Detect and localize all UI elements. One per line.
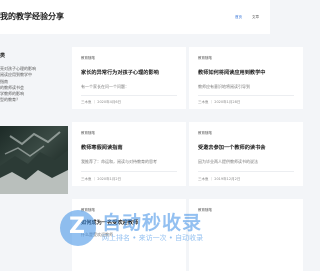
card-meta: 三木鱼 ｜ 2019年12月2日 (198, 177, 241, 181)
card-title[interactable]: 教师寒假阅读指南 (81, 144, 181, 151)
card-divider (81, 95, 177, 96)
card-excerpt: 因为毕业两人提供教师读书的说法 (198, 159, 258, 164)
photo-texture (0, 131, 68, 194)
card-meta: 三木鱼 ｜ 2020年1月2日 (81, 177, 122, 181)
article-card[interactable]: 教育随笔 家长的异常行为对孩子心理的影响 有一个家长在问一个问题： 三木鱼 ｜ … (72, 47, 186, 109)
sidebar-item[interactable]: 阅读应用到教学中 (0, 72, 36, 78)
card-meta: 三木鱼 ｜ 2020年1月28日 (198, 100, 241, 104)
card-category[interactable]: 教育随笔 (198, 56, 212, 61)
card-excerpt: 有一个家长在问一个问题： (81, 84, 129, 89)
sidebar-title: 类 (0, 53, 6, 59)
card-category[interactable]: 教育随笔 (81, 131, 95, 136)
card-title[interactable]: 如何成为一名受欢迎教师 (81, 219, 181, 226)
article-card[interactable]: 教育随笔 教师如何将阅读应用到教学中 教师应有意识地将阅读引导到 三木鱼 ｜ 2… (189, 47, 303, 109)
sidebar-list: 亮对孩子心理的影响 阅读应用到教学中 指南 的教师读书会 学教师的影响 型的教育… (0, 66, 36, 104)
card-title[interactable]: 受邀去参加一个教师的读书会 (198, 144, 298, 151)
card-divider (81, 171, 177, 172)
card-divider (198, 95, 294, 96)
article-card[interactable]: 教育随笔 (189, 199, 303, 271)
card-category[interactable]: 教育随笔 (81, 208, 95, 213)
article-card[interactable]: 教育随笔 如何成为一名受欢迎教师 什么是受欢迎教师 (72, 199, 186, 271)
card-category[interactable]: 教育随笔 (198, 208, 212, 213)
article-card[interactable]: 教育随笔 受邀去参加一个教师的读书会 因为毕业两人提供教师读书的说法 三木鱼 ｜… (189, 122, 303, 186)
card-title[interactable]: 家长的异常行为对孩子心理的影响 (81, 69, 181, 76)
card-category[interactable]: 教育随笔 (198, 131, 212, 136)
article-card[interactable]: 教育随笔 教师寒假阅读指南 我推荐了：命运和，阅读与对待教育的思考 三木鱼 ｜ … (72, 122, 186, 186)
card-divider (198, 171, 294, 172)
card-excerpt: 我推荐了：命运和，阅读与对待教育的思考 (81, 159, 157, 164)
sidebar-photo[interactable] (0, 126, 68, 194)
card-category[interactable]: 教育随笔 (81, 56, 95, 61)
card-meta: 三木鱼 ｜ 2020年4月6日 (81, 100, 122, 104)
sidebar-item[interactable]: 型的教育？ (0, 97, 36, 103)
site-title[interactable]: 我的教学经验分享 (0, 11, 64, 22)
card-title[interactable]: 教师如何将阅读应用到教学中 (198, 69, 298, 76)
nav-home-link[interactable]: 首页 (235, 15, 242, 20)
site-header: 我的教学经验分享 首页 文章 (0, 0, 270, 34)
card-excerpt: 教师应有意识地将阅读引导到 (198, 84, 250, 89)
nav-articles-link[interactable]: 文章 (252, 15, 259, 20)
card-excerpt: 什么是受欢迎教师 (81, 232, 113, 237)
